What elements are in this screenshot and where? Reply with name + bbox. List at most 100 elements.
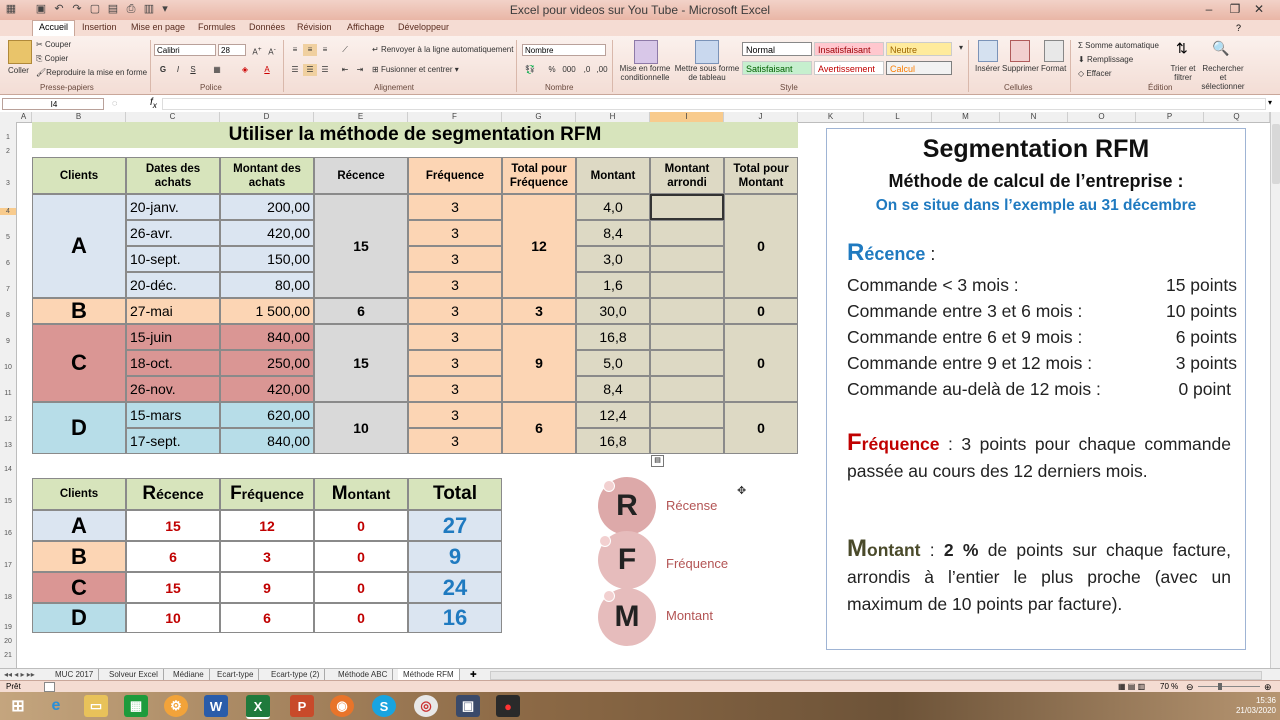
- amount-cell[interactable]: 620,00: [220, 402, 314, 428]
- frequency-cell[interactable]: 3: [408, 298, 502, 324]
- word-icon[interactable]: W: [204, 695, 228, 717]
- sheet-tab[interactable]: Médiane: [168, 669, 210, 680]
- shrink-font-icon[interactable]: A-: [265, 44, 279, 57]
- style-avertissement[interactable]: Avertissement: [814, 61, 884, 75]
- increase-decimal-icon[interactable]: ,0: [580, 64, 594, 76]
- column-header[interactable]: D: [220, 112, 314, 122]
- font-name-combo[interactable]: Calibri: [154, 44, 216, 56]
- montant-cell[interactable]: 16,8: [576, 428, 650, 454]
- font-size-combo[interactable]: 28: [218, 44, 246, 56]
- clock-time[interactable]: 15:36: [1230, 696, 1276, 705]
- format-as-table-button[interactable]: Mettre sous forme de tableau: [674, 64, 740, 82]
- montant-cell[interactable]: 8,4: [576, 376, 650, 402]
- montant-cell[interactable]: 30,0: [576, 298, 650, 324]
- header-frequence[interactable]: Fréquence: [408, 157, 502, 194]
- grow-font-icon[interactable]: A+: [250, 44, 264, 57]
- zoom-slider[interactable]: [1198, 686, 1260, 687]
- summary-total[interactable]: 9: [408, 541, 502, 572]
- header-clients[interactable]: Clients: [32, 157, 126, 194]
- currency-icon[interactable]: 💱: [523, 64, 537, 76]
- date-cell[interactable]: 20-déc.: [126, 272, 220, 298]
- sheet-tab[interactable]: Ecart-type: [212, 669, 260, 680]
- sort-filter-button[interactable]: Trier et filtrer: [1168, 64, 1198, 82]
- chrome-icon[interactable]: ◎: [414, 695, 438, 717]
- total-montant-cell[interactable]: 0: [724, 194, 798, 298]
- tab-developpeur[interactable]: Développeur: [396, 22, 451, 32]
- store-icon[interactable]: ▦: [124, 695, 148, 717]
- merge-center-button[interactable]: ⊞ Fusionner et centrer ▾: [372, 65, 459, 74]
- montant-cell[interactable]: 16,8: [576, 324, 650, 350]
- style-insatisfaisant[interactable]: Insatisfaisant: [814, 42, 884, 56]
- montant-arrondi-cell[interactable]: [650, 376, 724, 402]
- row-header[interactable]: 19: [0, 624, 16, 631]
- find-select-button[interactable]: Rechercher et sélectionner: [1198, 64, 1248, 91]
- column-header[interactable]: E: [314, 112, 408, 122]
- amount-cell[interactable]: 150,00: [220, 246, 314, 272]
- underline-icon[interactable]: S: [186, 64, 200, 76]
- row-header[interactable]: 13: [0, 442, 16, 449]
- edge-icon[interactable]: e: [44, 695, 68, 717]
- wrap-text-button[interactable]: ↵ Renvoyer à la ligne automatiquement: [372, 45, 513, 54]
- align-middle-icon[interactable]: ≡: [303, 44, 317, 56]
- insert-button[interactable]: Insérer: [975, 64, 1000, 73]
- date-cell[interactable]: 20-janv.: [126, 194, 220, 220]
- sheet-nav-arrows-icon[interactable]: ◂◂ ◂ ▸ ▸▸: [4, 669, 35, 680]
- frequency-cell[interactable]: 3: [408, 220, 502, 246]
- column-header[interactable]: F: [408, 112, 502, 122]
- montant-arrondi-cell[interactable]: [650, 298, 724, 324]
- clock-date[interactable]: 21/03/2020: [1222, 706, 1276, 715]
- summary-montant[interactable]: 0: [314, 603, 408, 633]
- summary-client[interactable]: C: [32, 572, 126, 603]
- amount-cell[interactable]: 250,00: [220, 350, 314, 376]
- align-bottom-icon[interactable]: ≡: [318, 44, 332, 56]
- date-cell[interactable]: 15-juin: [126, 324, 220, 350]
- header-total-montant[interactable]: Total pour Montant: [724, 157, 798, 194]
- vertical-scrollbar[interactable]: [1270, 112, 1280, 668]
- sheet-tab[interactable]: Solveur Excel: [104, 669, 164, 680]
- summary-frequence[interactable]: 9: [220, 572, 314, 603]
- row-header[interactable]: 3: [0, 180, 16, 187]
- column-header[interactable]: G: [502, 112, 576, 122]
- row-header[interactable]: 1: [0, 134, 16, 141]
- close-icon[interactable]: ✕: [1246, 0, 1272, 18]
- montant-arrondi-cell[interactable]: [650, 428, 724, 454]
- style-neutre[interactable]: Neutre: [886, 42, 952, 56]
- client-cell[interactable]: A: [32, 194, 126, 298]
- rfm-explanation-panel[interactable]: Segmentation RFM Méthode de calcul de l’…: [826, 128, 1246, 650]
- column-header[interactable]: B: [32, 112, 126, 122]
- new-sheet-icon[interactable]: ✚: [470, 669, 477, 680]
- summary-header-recence[interactable]: Récence: [126, 478, 220, 510]
- windows-start-icon[interactable]: ⊞: [6, 695, 30, 717]
- conditional-format-button[interactable]: Mise en forme conditionnelle: [616, 64, 674, 82]
- paste-options-icon[interactable]: ▤: [651, 455, 664, 467]
- row-header[interactable]: 17: [0, 562, 16, 569]
- percent-icon[interactable]: %: [545, 64, 559, 76]
- column-header-selected[interactable]: I: [650, 112, 724, 122]
- summary-frequence[interactable]: 6: [220, 603, 314, 633]
- summary-recence[interactable]: 15: [126, 510, 220, 541]
- style-calcul[interactable]: Calcul: [886, 61, 952, 75]
- date-cell[interactable]: 17-sept.: [126, 428, 220, 454]
- tab-mise-en-page[interactable]: Mise en page: [129, 22, 187, 32]
- summary-total[interactable]: 27: [408, 510, 502, 541]
- summary-montant[interactable]: 0: [314, 510, 408, 541]
- cancel-formula-icon[interactable]: ◌: [112, 98, 117, 108]
- row-header-selected[interactable]: 4: [0, 208, 16, 215]
- recence-cell[interactable]: 10: [314, 402, 408, 454]
- total-montant-cell[interactable]: 0: [724, 298, 798, 324]
- frequency-cell[interactable]: 3: [408, 376, 502, 402]
- date-cell[interactable]: 10-sept.: [126, 246, 220, 272]
- settings-gear-icon[interactable]: ⚙: [164, 695, 188, 717]
- delete-button[interactable]: Supprimer: [1002, 64, 1039, 73]
- amount-cell[interactable]: 200,00: [220, 194, 314, 220]
- tab-insertion[interactable]: Insertion: [80, 22, 119, 32]
- row-header[interactable]: 20: [0, 638, 16, 645]
- montant-arrondi-cell[interactable]: [650, 324, 724, 350]
- summary-total[interactable]: 16: [408, 603, 502, 633]
- date-cell[interactable]: 26-nov.: [126, 376, 220, 402]
- media-app-icon[interactable]: ▣: [456, 695, 480, 717]
- frequency-cell[interactable]: 3: [408, 350, 502, 376]
- zoom-slider-thumb[interactable]: [1218, 683, 1222, 690]
- row-header[interactable]: 11: [0, 390, 16, 397]
- row-header[interactable]: 15: [0, 498, 16, 505]
